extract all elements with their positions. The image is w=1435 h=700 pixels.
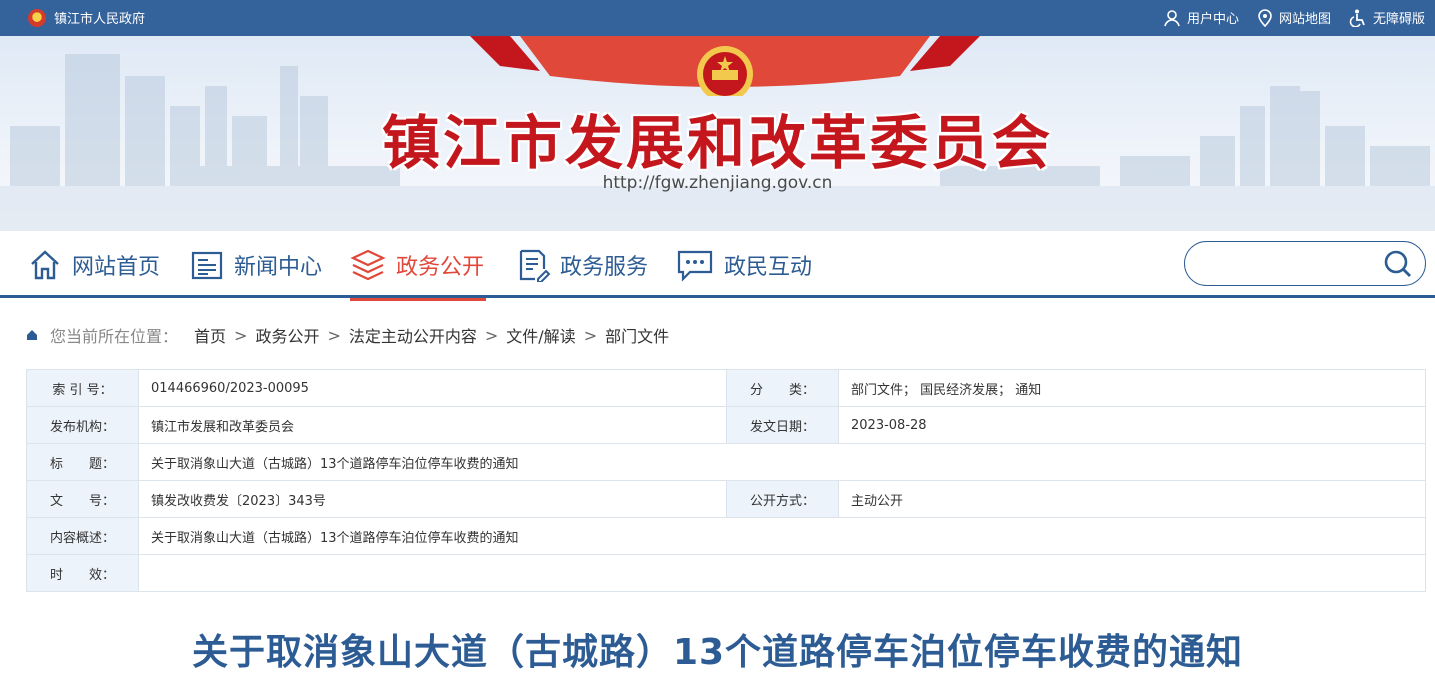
breadcrumb-gov-affairs[interactable]: 政务公开 (255, 323, 319, 347)
top-links: 用户中心 网站地图 无障碍版 (1145, 8, 1425, 27)
document-edit-icon (519, 249, 550, 282)
nav-item-interaction[interactable]: 政民互动 (676, 231, 812, 298)
validity-key: 时 效： (26, 554, 139, 592)
doc-number-value: 镇发改收费发〔2023〕343号 (138, 480, 727, 518)
search-icon[interactable] (1383, 249, 1413, 279)
breadcrumb-separator: > (234, 325, 248, 345)
site-home-link[interactable]: 镇江市人民政府 (28, 8, 145, 27)
site-url: http://fgw.zhenjiang.gov.cn (602, 173, 833, 193)
publisher-value: 镇江市发展和改革委员会 (138, 406, 727, 444)
breadcrumb-label: 您当前所在位置： (50, 327, 179, 346)
table-row: 索 引 号： 014466960/2023-00095 分 类： 部门文件； 国… (26, 369, 1426, 407)
category-value: 部门文件； 国民经济发展； 通知 (838, 369, 1426, 407)
location-pin-icon (1258, 8, 1272, 27)
national-emblem-icon (28, 8, 46, 27)
summary-key: 内容概述： (26, 517, 139, 555)
issue-date-value: 2023-08-28 (838, 406, 1426, 444)
search-box (1184, 241, 1426, 286)
nav-item-gov-affairs-label: 政务公开 (396, 254, 485, 280)
nav-item-gov-affairs[interactable]: 政务公开 (350, 231, 486, 301)
wheelchair-icon (1349, 9, 1365, 27)
disclosure-mode-key: 公开方式： (726, 480, 839, 518)
breadcrumb: 您当前所在位置： 首页 > 政务公开 > 法定主动公开内容 > 文件/解读 > … (26, 323, 669, 347)
accessibility-link[interactable]: 无障碍版 (1349, 8, 1425, 27)
user-center-label: 用户中心 (1186, 12, 1239, 27)
table-row: 文 号： 镇发改收费发〔2023〕343号 公开方式： 主动公开 (26, 480, 1426, 518)
header-banner: 镇江市发展和改革委员会 http://fgw.zhenjiang.gov.cn (0, 36, 1435, 231)
breadcrumb-docs[interactable]: 文件/解读 (506, 323, 575, 347)
breadcrumb-home[interactable]: 首页 (194, 323, 226, 347)
article-headline: 关于取消象山大道（古城路）13个道路停车泊位停车收费的通知 (191, 632, 1244, 673)
org-title: 镇江市发展和改革委员会 (381, 109, 1053, 177)
nav-item-home-label: 网站首页 (72, 254, 161, 280)
accessibility-label: 无障碍版 (1372, 12, 1425, 27)
table-row: 标 题： 关于取消象山大道（古城路）13个道路停车泊位停车收费的通知 (26, 443, 1426, 481)
search-input[interactable] (1199, 250, 1379, 278)
user-center-link[interactable]: 用户中心 (1163, 8, 1239, 27)
disclosure-mode-value: 主动公开 (838, 480, 1426, 518)
nav-item-services[interactable]: 政务服务 (516, 231, 648, 298)
chat-bubble-icon (677, 250, 713, 282)
breadcrumb-statutory[interactable]: 法定主动公开内容 (349, 323, 477, 347)
nav-item-home[interactable]: 网站首页 (28, 231, 160, 298)
nav-item-interaction-label: 政民互动 (724, 254, 813, 280)
publisher-key: 发布机构： (26, 406, 139, 444)
sitemap-link[interactable]: 网站地图 (1257, 8, 1331, 27)
user-icon (1164, 9, 1180, 26)
nav-item-news-label: 新闻中心 (234, 254, 323, 280)
breadcrumb-dept-docs[interactable]: 部门文件 (605, 323, 669, 347)
issue-date-key: 发文日期： (726, 406, 839, 444)
top-bar: 镇江市人民政府 用户中心 网站地图 无障碍版 (0, 0, 1435, 36)
site-name: 镇江市人民政府 (54, 12, 146, 27)
nav-item-news[interactable]: 新闻中心 (190, 231, 322, 298)
table-row: 发布机构： 镇江市发展和改革委员会 发文日期： 2023-08-28 (26, 406, 1426, 444)
breadcrumb-separator: > (327, 325, 341, 345)
title-value: 关于取消象山大道（古城路）13个道路停车泊位停车收费的通知 (138, 443, 1426, 481)
index-number-key: 索 引 号： (26, 369, 139, 407)
doc-number-key: 文 号： (26, 480, 139, 518)
breadcrumb-separator: > (583, 325, 598, 345)
red-ribbon-graphic (470, 36, 980, 96)
sitemap-label: 网站地图 (1278, 12, 1331, 27)
table-row: 内容概述： 关于取消象山大道（古城路）13个道路停车泊位停车收费的通知 (26, 517, 1426, 555)
home-small-icon (27, 330, 37, 340)
nav-item-services-label: 政务服务 (560, 254, 649, 280)
breadcrumb-separator: > (484, 325, 499, 345)
title-key: 标 题： (26, 443, 139, 481)
document-info-table: 索 引 号： 014466960/2023-00095 分 类： 部门文件； 国… (26, 369, 1426, 592)
category-key: 分 类： (726, 369, 839, 407)
home-icon (31, 249, 59, 279)
layers-icon (350, 249, 386, 280)
newspaper-icon (191, 251, 223, 279)
table-row: 时 效： (26, 554, 1426, 592)
index-number-value: 014466960/2023-00095 (138, 369, 727, 407)
summary-value: 关于取消象山大道（古城路）13个道路停车泊位停车收费的通知 (138, 517, 1426, 555)
validity-value (138, 554, 1426, 592)
main-nav: 网站首页 新闻中心 政务公开 政务服务 政民互动 (0, 231, 1435, 301)
